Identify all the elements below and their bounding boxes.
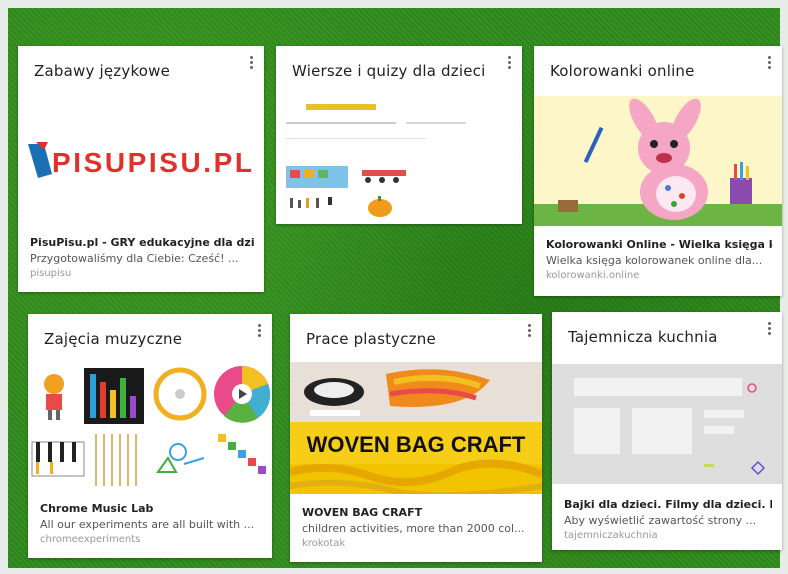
card-title: Kolorowanki online <box>550 62 695 80</box>
card-zajecia-muzyczne[interactable]: Zajęcia muzyczne Chrome Music Lab All ou… <box>28 314 272 558</box>
link-description: Aby wyświetlić zawartość strony ... <box>564 514 757 527</box>
more-options-icon[interactable] <box>504 54 514 74</box>
link-domain: krokotak <box>302 538 346 549</box>
more-options-icon[interactable] <box>254 322 264 342</box>
card-kolorowanki-online[interactable]: Kolorowanki online Kolorowanki Online - … <box>534 46 782 296</box>
more-options-icon[interactable] <box>764 320 774 340</box>
more-options-icon[interactable] <box>246 54 256 74</box>
music-lab-thumbnails <box>28 362 272 490</box>
card-title: Tajemnicza kuchnia <box>568 328 718 346</box>
link-domain: pisupisu <box>30 268 72 279</box>
website-preview <box>276 96 522 224</box>
website-placeholder-preview <box>552 364 782 484</box>
banner-text: WOVEN BAG CRAFT <box>307 432 526 457</box>
more-options-icon[interactable] <box>764 54 774 74</box>
card-wiersze-i-quizy[interactable]: Wiersze i quizy dla dzieci <box>276 46 522 224</box>
card-title: Zajęcia muzyczne <box>44 330 183 348</box>
card-title: Wiersze i quizy dla dzieci <box>292 62 486 80</box>
link-description: Wielka księga kolorowanek online dla... <box>546 254 763 267</box>
card-title: Prace plastyczne <box>306 330 436 348</box>
woven-bag-craft-image: WOVEN BAG CRAFT <box>290 362 542 494</box>
pisupisu-logo: PISUPISU.PL <box>18 136 264 186</box>
link-title[interactable]: WOVEN BAG CRAFT <box>302 506 532 519</box>
link-description: All our experiments are all built with .… <box>40 518 255 531</box>
more-options-icon[interactable] <box>524 322 534 342</box>
link-description: children activities, more than 2000 col.… <box>302 522 525 535</box>
card-title: Zabawy językowe <box>34 62 171 80</box>
link-domain: kolorowanki.online <box>546 270 640 281</box>
link-domain: tajemniczakuchnia <box>564 530 658 541</box>
card-prace-plastyczne[interactable]: Prace plastyczne WOVEN BAG CRAFT WOVEN B… <box>290 314 542 562</box>
link-title[interactable]: Kolorowanki Online - Wielka księga k... <box>546 238 772 251</box>
card-tajemnicza-kuchnia[interactable]: Tajemnicza kuchnia Bajki dla dzieci. Fil… <box>552 312 782 550</box>
coloring-bunny-image <box>534 96 782 226</box>
card-zabawy-jezykowe[interactable]: Zabawy językowe PISUPISU.PL PisuPisu.pl … <box>18 46 264 292</box>
link-title[interactable]: PisuPisu.pl - GRY edukacyjne dla dzi... <box>30 236 254 249</box>
link-title[interactable]: Bajki dla dzieci. Filmy dla dzieci. K... <box>564 498 772 511</box>
link-domain: chromeexperiments <box>40 534 141 545</box>
padlet-board: Zabawy językowe PISUPISU.PL PisuPisu.pl … <box>8 8 782 568</box>
logo-text: PISUPISU.PL <box>52 147 252 178</box>
link-description: Przygotowaliśmy dla Ciebie: Cześć! ... <box>30 252 239 265</box>
link-title[interactable]: Chrome Music Lab <box>40 502 262 515</box>
